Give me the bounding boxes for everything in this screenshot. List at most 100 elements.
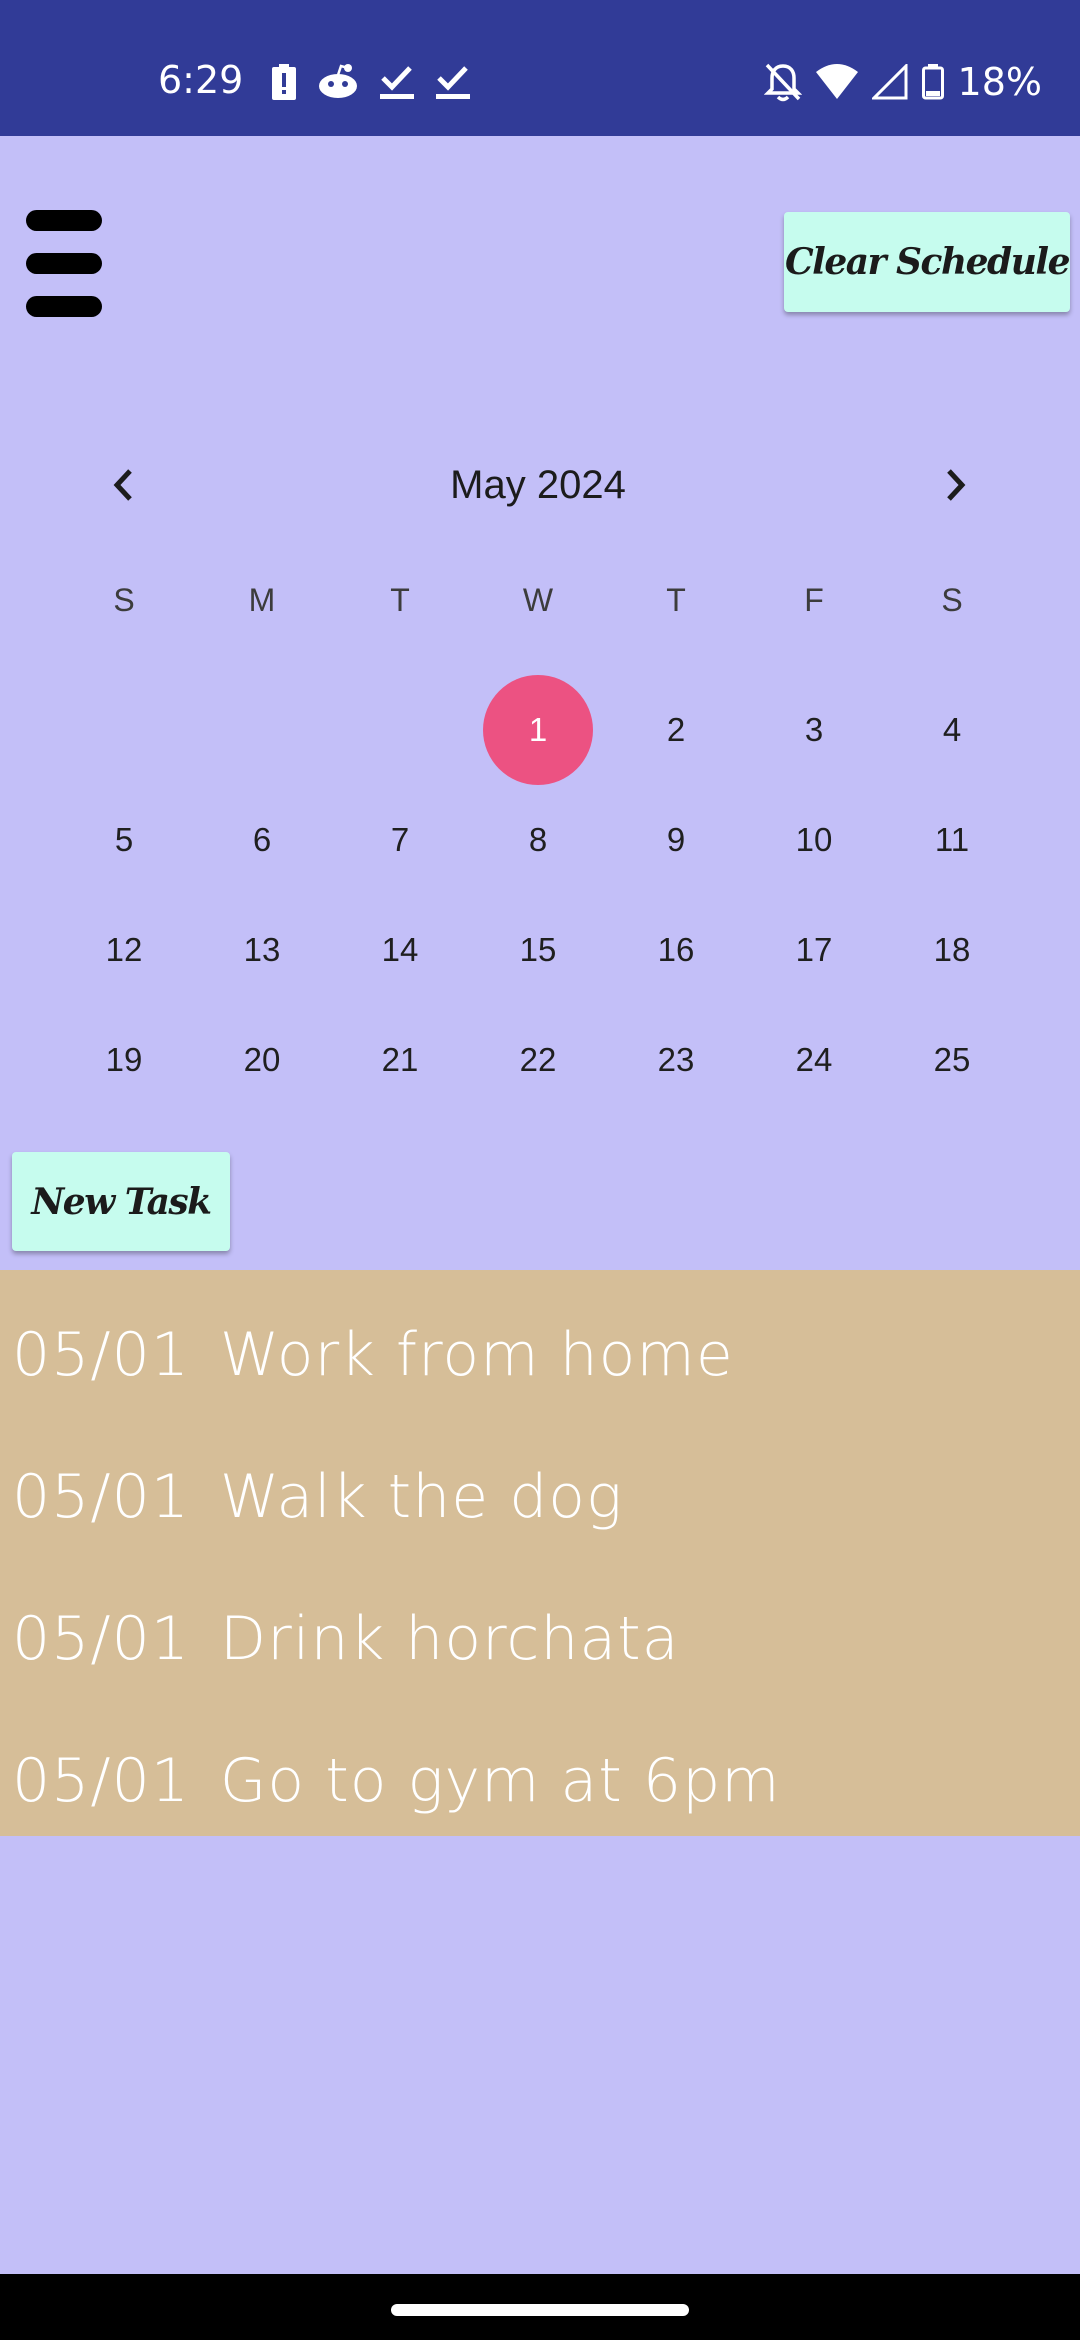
calendar-day[interactable]: 9 [607, 785, 745, 895]
calendar-header: May 2024 [55, 440, 1021, 530]
calendar-day-number: 24 [795, 1041, 833, 1078]
battery-icon [921, 64, 944, 100]
task-text: Work from home [219, 1320, 734, 1390]
calendar-day[interactable]: 3 [745, 675, 883, 785]
weekday-header-row: S M T W T F S [55, 580, 1021, 620]
weekday-label: F [804, 582, 824, 618]
calendar-day-number: 3 [804, 711, 824, 748]
calendar-day[interactable]: 15 [469, 895, 607, 1005]
calendar-day[interactable]: 24 [745, 1005, 883, 1115]
weekday-label: S [113, 582, 135, 618]
calendar: May 2024 S M T W T F S 1 2 3 4 5 6 7 8 9 10 11 12 13… [55, 440, 1021, 1078]
notification-icons [272, 60, 470, 104]
calendar-day[interactable]: 7 [331, 785, 469, 895]
calendar-day-number: 1 [483, 675, 593, 785]
calendar-day[interactable]: 23 [607, 1005, 745, 1115]
task-date: 05/01 [12, 1746, 190, 1816]
weekday-label: S [941, 582, 963, 618]
calendar-day[interactable]: 14 [331, 895, 469, 1005]
task-text: Walk the dog [219, 1462, 624, 1532]
menu-bar-line [26, 210, 102, 231]
calendar-day[interactable]: 22 [469, 1005, 607, 1115]
calendar-day[interactable]: 8 [469, 785, 607, 895]
calendar-day-number: 12 [105, 931, 143, 968]
calendar-day-number: 7 [390, 821, 410, 858]
calendar-day-number: 19 [105, 1041, 143, 1078]
task-text: Go to gym at 6pm [219, 1746, 781, 1816]
calendar-day[interactable]: 5 [55, 785, 193, 895]
calendar-empty-cell [193, 675, 331, 785]
calendar-day[interactable]: 10 [745, 785, 883, 895]
calendar-day-number: 20 [243, 1041, 281, 1078]
next-month-button[interactable] [926, 455, 986, 515]
new-task-button[interactable]: New Task [12, 1152, 230, 1251]
task-item[interactable]: 05/01 Walk the dog [0, 1426, 1080, 1568]
calendar-day[interactable]: 2 [607, 675, 745, 785]
calendar-day-number: 22 [519, 1041, 557, 1078]
calendar-day-number: 25 [933, 1041, 971, 1078]
task-list: 05/01 Work from home 05/01 Walk the dog 05/0… [0, 1270, 1080, 1836]
calendar-day-number: 17 [795, 931, 833, 968]
calendar-week-row: 1 2 3 4 [55, 675, 1021, 785]
task-item[interactable]: 05/01 Drink horchata [0, 1568, 1080, 1710]
calendar-day-number: 10 [795, 821, 833, 858]
status-time: 6:29 [158, 58, 244, 102]
battery-alert-icon [272, 64, 296, 100]
calendar-week-row: 19 20 21 22 23 24 25 [55, 1005, 1021, 1115]
calendar-day[interactable]: 21 [331, 1005, 469, 1115]
task-done-icon [380, 66, 414, 99]
calendar-day[interactable]: 25 [883, 1005, 1021, 1115]
task-done-icon [436, 66, 470, 99]
weekday-label: M [248, 582, 276, 618]
calendar-day-number: 4 [942, 711, 962, 748]
system-icons: 18% [763, 60, 1042, 104]
calendar-day[interactable]: 1 [469, 675, 607, 785]
calendar-week-row: 12 13 14 15 16 17 18 [55, 895, 1021, 1005]
calendar-week-row: 5 6 7 8 9 10 11 [55, 785, 1021, 895]
clear-schedule-button[interactable]: Clear Schedule [784, 212, 1070, 312]
calendar-day-number: 13 [243, 931, 281, 968]
menu-bar-line [26, 296, 102, 317]
navigation-bar [0, 2274, 1080, 2340]
calendar-day-number: 15 [519, 931, 557, 968]
calendar-day[interactable]: 17 [745, 895, 883, 1005]
weekday-label: T [666, 582, 686, 618]
calendar-day-number: 6 [252, 821, 272, 858]
weekday-label: T [390, 582, 410, 618]
calendar-day[interactable]: 18 [883, 895, 1021, 1005]
wifi-icon [815, 64, 858, 99]
calendar-empty-cell [331, 675, 469, 785]
reddit-icon [319, 64, 357, 98]
calendar-month-label: May 2024 [450, 463, 626, 507]
weekday-label: W [522, 582, 554, 618]
calendar-day-number: 18 [933, 931, 971, 968]
calendar-day[interactable]: 19 [55, 1005, 193, 1115]
battery-percentage: 18% [957, 60, 1042, 104]
status-bar: 6:29 18% [0, 0, 1080, 136]
calendar-day[interactable]: 13 [193, 895, 331, 1005]
home-gesture-handle[interactable] [391, 2304, 689, 2316]
calendar-day[interactable]: 6 [193, 785, 331, 895]
calendar-day-number: 9 [666, 821, 686, 858]
calendar-day-number: 14 [381, 931, 419, 968]
hamburger-menu-icon[interactable] [24, 206, 104, 320]
calendar-day-number: 23 [657, 1041, 695, 1078]
calendar-day-number: 16 [657, 931, 695, 968]
task-date: 05/01 [12, 1462, 190, 1532]
task-item[interactable]: 05/01 Go to gym at 6pm [0, 1710, 1080, 1852]
calendar-day[interactable]: 12 [55, 895, 193, 1005]
calendar-day[interactable]: 11 [883, 785, 1021, 895]
chevron-right-icon [947, 469, 966, 501]
calendar-day-number: 11 [934, 821, 970, 858]
calendar-day-number: 21 [381, 1041, 419, 1078]
calendar-day-number: 8 [528, 821, 548, 858]
calendar-empty-cell [55, 675, 193, 785]
calendar-day[interactable]: 16 [607, 895, 745, 1005]
task-item[interactable]: 05/01 Work from home [0, 1284, 1080, 1426]
menu-bar-line [26, 253, 102, 274]
task-text: Drink horchata [219, 1604, 680, 1674]
task-date: 05/01 [12, 1320, 190, 1390]
calendar-day[interactable]: 20 [193, 1005, 331, 1115]
cellular-signal-icon [871, 64, 908, 100]
calendar-day[interactable]: 4 [883, 675, 1021, 785]
